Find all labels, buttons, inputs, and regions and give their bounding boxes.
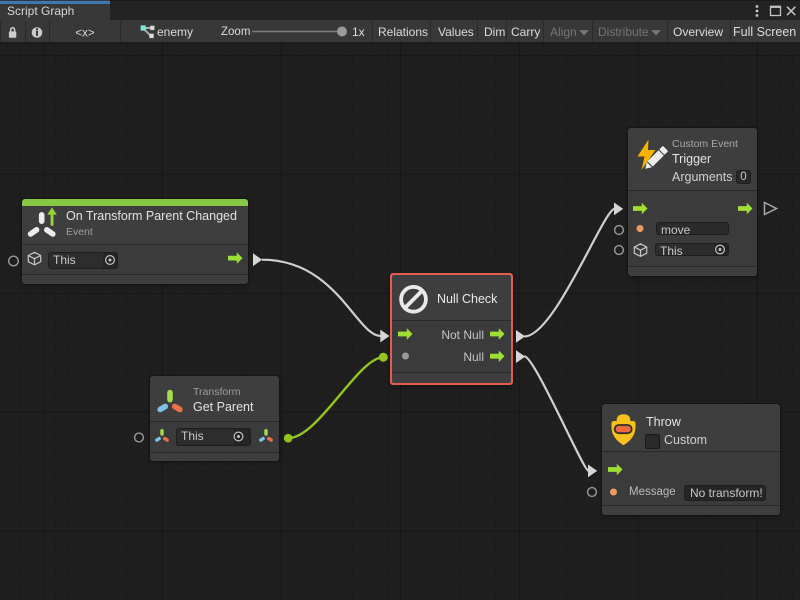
svg-text:<x>: <x>: [75, 28, 94, 40]
